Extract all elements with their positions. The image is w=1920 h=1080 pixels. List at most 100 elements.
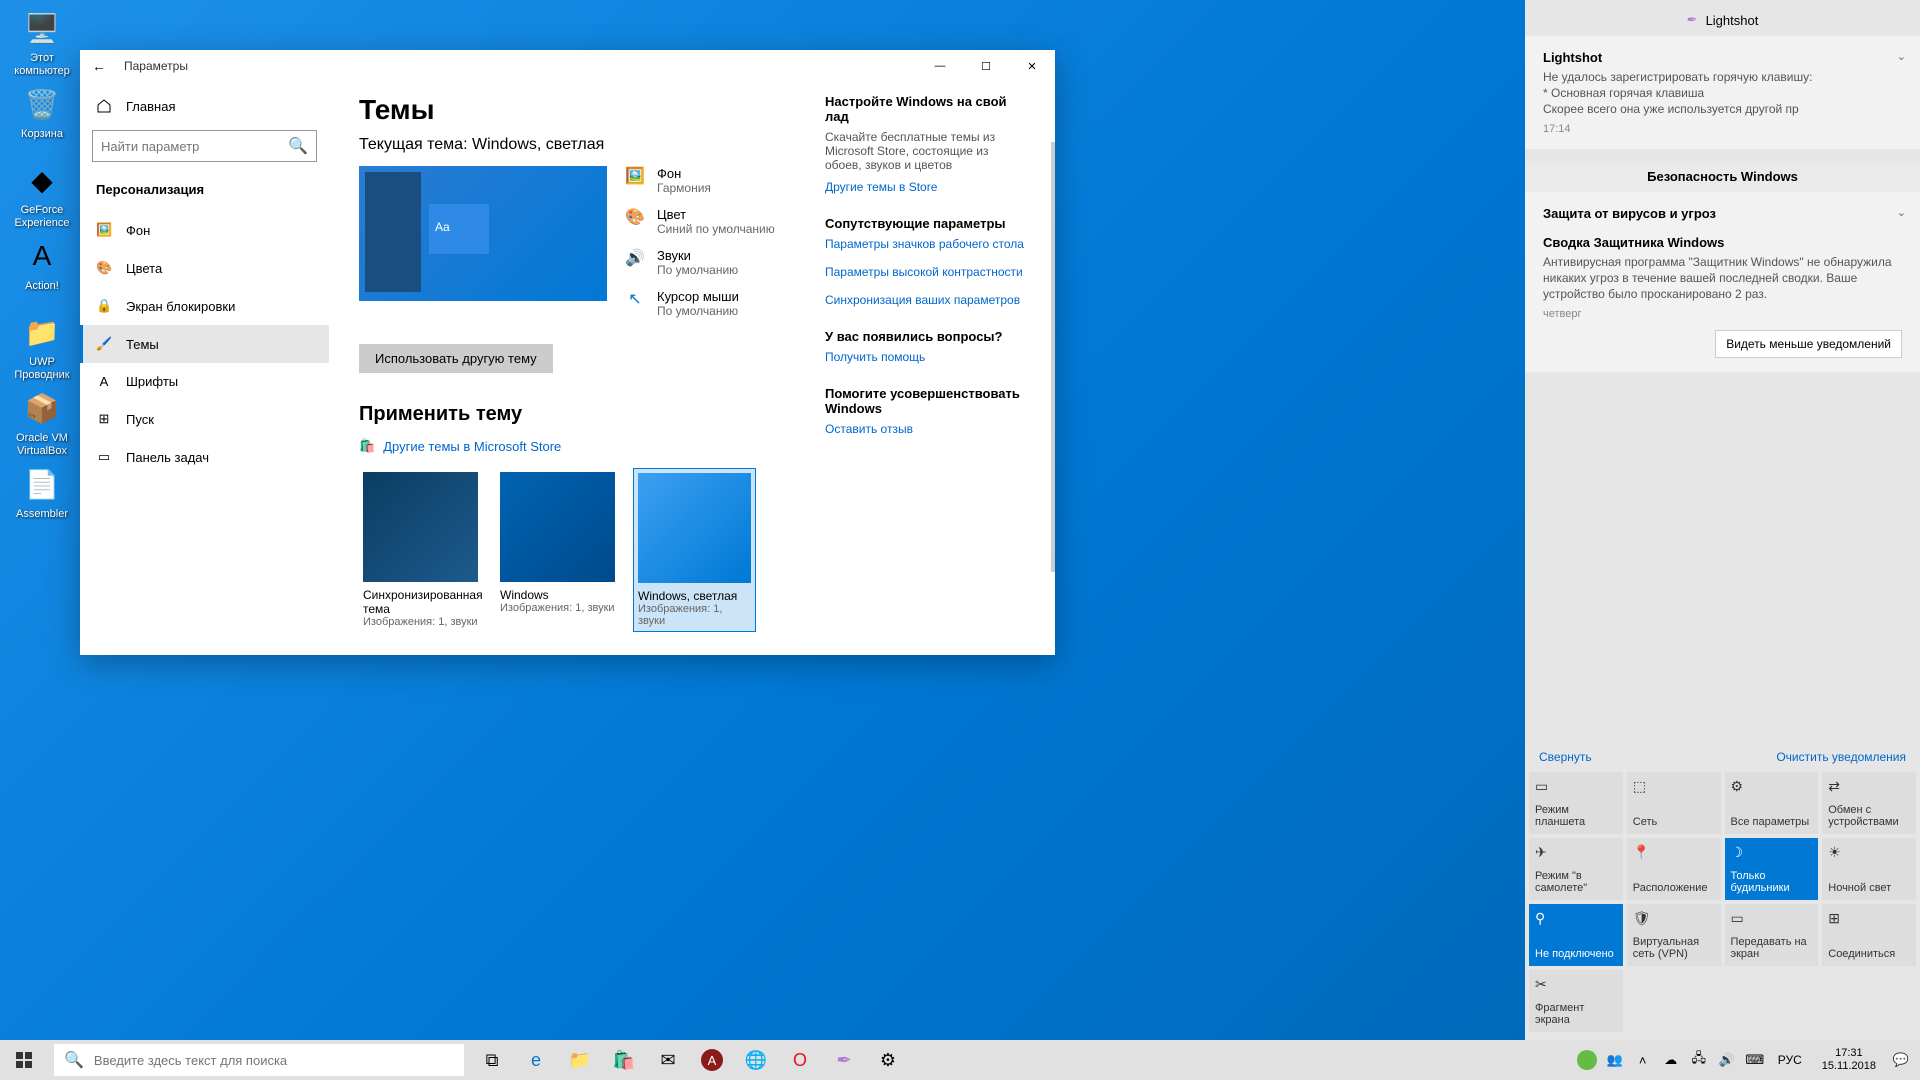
close-button[interactable]: ✕	[1009, 50, 1055, 82]
related-link[interactable]: Синхронизация ваших параметров	[825, 293, 1025, 307]
start-button[interactable]	[0, 1040, 48, 1080]
quick-action-label: Расположение	[1633, 882, 1715, 894]
settings-search[interactable]: 🔍	[92, 130, 317, 162]
app-icon: 🗑️	[20, 82, 64, 126]
maximize-button[interactable]: ☐	[963, 50, 1009, 82]
edge-icon[interactable]: e	[514, 1040, 558, 1080]
notification[interactable]: ⌄ Защита от вирусов и угроз Сводка Защит…	[1525, 192, 1920, 372]
taskbar-search-input[interactable]	[94, 1053, 454, 1068]
home-icon	[96, 98, 112, 114]
home-button[interactable]: Главная	[80, 88, 329, 124]
more-themes-link[interactable]: Другие темы в Store	[825, 180, 1025, 194]
related-link[interactable]: Параметры высокой контрастности	[825, 265, 1025, 279]
theme-attr[interactable]: 🔊ЗвукиПо умолчанию	[625, 248, 785, 277]
desktop-icon[interactable]: AAction!	[6, 234, 78, 293]
clock[interactable]: 17:3115.11.2018	[1814, 1047, 1884, 1073]
desktop-icon[interactable]: 📦Oracle VMVirtualBox	[6, 386, 78, 458]
theme-attr[interactable]: ↖Курсор мышиПо умолчанию	[625, 289, 785, 318]
use-other-theme-button[interactable]: Использовать другую тему	[359, 344, 553, 373]
network-icon[interactable]: 🖧	[1688, 1040, 1710, 1080]
nav-label: Панель задач	[126, 450, 209, 465]
collapse-link[interactable]: Свернуть	[1539, 750, 1592, 764]
nav-item-Цвета[interactable]: 🎨Цвета	[80, 249, 329, 287]
back-button[interactable]: ←	[92, 58, 116, 74]
user-avatar[interactable]	[1577, 1050, 1597, 1070]
quick-action[interactable]: ☀Ночной свет	[1822, 838, 1916, 900]
chevron-down-icon[interactable]: ⌄	[1897, 50, 1906, 63]
desktop-icon[interactable]: 🗑️Корзина	[6, 82, 78, 141]
action-center-button[interactable]: 💬	[1890, 1040, 1912, 1080]
quick-action[interactable]: ⚲Не подключено	[1529, 904, 1623, 966]
nav-icon: 🖼️	[96, 222, 112, 238]
theme-card[interactable]: WindowsИзображения: 1, звуки	[496, 468, 619, 632]
minimize-button[interactable]: —	[917, 50, 963, 82]
theme-thumb	[638, 473, 751, 583]
action-icon[interactable]: A	[690, 1040, 734, 1080]
see-fewer-button[interactable]: Видеть меньше уведомлений	[1715, 330, 1902, 358]
store-icon[interactable]: 🛍️	[602, 1040, 646, 1080]
chevron-down-icon[interactable]: ⌄	[1897, 206, 1906, 219]
desktop-icon[interactable]: 📁UWPПроводник	[6, 310, 78, 382]
feedback-link[interactable]: Оставить отзыв	[825, 422, 1025, 436]
quick-action[interactable]: 📍Расположение	[1627, 838, 1721, 900]
quick-action[interactable]: ⬚Сеть	[1627, 772, 1721, 834]
opera-icon[interactable]: O	[778, 1040, 822, 1080]
nav-item-Шрифты[interactable]: AШрифты	[80, 363, 329, 400]
nav-item-Пуск[interactable]: ⊞Пуск	[80, 400, 329, 438]
quick-action[interactable]: ▭Передавать на экран	[1725, 904, 1819, 966]
desktop-icon[interactable]: 🖥️Этоткомпьютер	[6, 6, 78, 78]
notification-app-header: ✒ Lightshot	[1525, 0, 1920, 36]
mail-icon[interactable]: ✉	[646, 1040, 690, 1080]
desktop-icon[interactable]: 📄Assembler	[6, 462, 78, 521]
theme-card[interactable]: Синхронизированная темаИзображения: 1, з…	[359, 468, 482, 632]
attr-icon: 🖼️	[625, 166, 645, 186]
explorer-icon[interactable]: 📁	[558, 1040, 602, 1080]
clear-notifications-link[interactable]: Очистить уведомления	[1776, 750, 1906, 764]
settings-search-input[interactable]	[101, 139, 288, 154]
notification[interactable]: ⌄ Lightshot Не удалось зарегистрировать …	[1525, 36, 1920, 149]
related-link[interactable]: Параметры значков рабочего стола	[825, 237, 1025, 251]
people-icon[interactable]: 👥	[1604, 1040, 1626, 1080]
store-link[interactable]: 🛍️ Другие темы в Microsoft Store	[359, 438, 785, 454]
quick-action[interactable]: ▭Режим планшета	[1529, 772, 1623, 834]
nav-item-Экран блокировки[interactable]: 🔒Экран блокировки	[80, 287, 329, 325]
quick-action[interactable]: ☽Только будильники	[1725, 838, 1819, 900]
tray-chevron-icon[interactable]: ˄	[1632, 1040, 1654, 1080]
search-icon: 🔍	[64, 1050, 84, 1070]
taskbar-search[interactable]: 🔍	[54, 1044, 464, 1076]
quick-action[interactable]: ⚙Все параметры	[1725, 772, 1819, 834]
theme-card[interactable]: Windows, светлаяИзображения: 1, звуки	[633, 468, 756, 632]
quick-action[interactable]: 🛡Виртуальная сеть (VPN)	[1627, 904, 1721, 966]
task-view-button[interactable]: ⧉	[470, 1040, 514, 1080]
quick-action-label: Только будильники	[1731, 870, 1813, 894]
theme-attr[interactable]: 🖼️ФонГармония	[625, 166, 785, 195]
icon-label: Oracle VMVirtualBox	[6, 432, 78, 458]
windows-icon	[16, 1052, 32, 1068]
quick-action[interactable]: ✂Фрагмент экрана	[1529, 970, 1623, 1032]
nav-item-Фон[interactable]: 🖼️Фон	[80, 211, 329, 249]
theme-thumb	[363, 472, 478, 582]
get-help-link[interactable]: Получить помощь	[825, 350, 1025, 364]
quick-action-icon: 🛡	[1633, 910, 1715, 927]
nav-icon: 🎨	[96, 260, 112, 276]
quick-action[interactable]: ⇄Обмен с устройствами	[1822, 772, 1916, 834]
desktop-icon[interactable]: ◆GeForceExperience	[6, 158, 78, 230]
search-icon: 🔍	[288, 136, 308, 156]
nav-label: Пуск	[126, 412, 154, 427]
volume-icon[interactable]: 🔊	[1716, 1040, 1738, 1080]
settings-taskbar-icon[interactable]: ⚙	[866, 1040, 910, 1080]
onedrive-icon[interactable]: ☁	[1660, 1040, 1682, 1080]
language-indicator[interactable]: РУС	[1772, 1053, 1808, 1067]
nav-item-Панель задач[interactable]: ▭Панель задач	[80, 438, 329, 476]
settings-sidebar: Главная 🔍 Персонализация 🖼️Фон🎨Цвета🔒Экр…	[80, 82, 329, 655]
theme-attr[interactable]: 🎨ЦветСиний по умолчанию	[625, 207, 785, 236]
quick-action[interactable]: ✈Режим "в самолете"	[1529, 838, 1623, 900]
scrollbar[interactable]	[1051, 142, 1055, 572]
notification-group-header: Безопасность Windows	[1525, 161, 1920, 192]
input-icon[interactable]: ⌨	[1744, 1040, 1766, 1080]
quick-action-label: Не подключено	[1535, 948, 1617, 960]
quick-action[interactable]: ⊞Соединиться	[1822, 904, 1916, 966]
lightshot-icon[interactable]: ✒	[822, 1040, 866, 1080]
nav-item-Темы[interactable]: 🖌️Темы	[80, 325, 329, 363]
app-icon[interactable]: 🌐	[734, 1040, 778, 1080]
